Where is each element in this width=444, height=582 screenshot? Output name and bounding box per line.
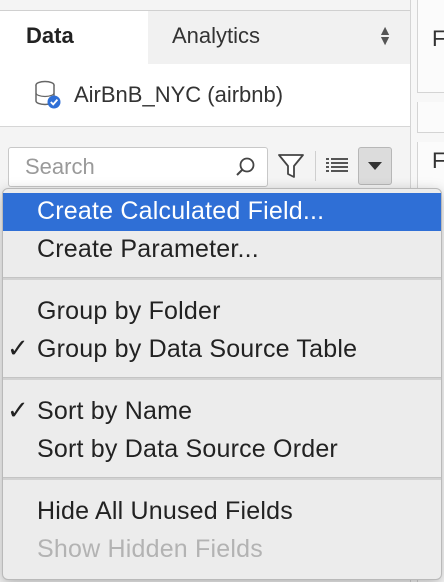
menu-item-create-calculated-field[interactable]: Create Calculated Field... — [3, 193, 441, 231]
menu-item-create-parameter[interactable]: Create Parameter... — [3, 231, 441, 269]
menu-item-label: Create Parameter... — [37, 235, 259, 263]
menu-item-label: Group by Data Source Table — [37, 335, 358, 363]
tab-data[interactable]: Data — [0, 10, 149, 65]
tab-data-label: Data — [26, 23, 74, 48]
menu-separator — [3, 377, 441, 380]
menu-item-label: Sort by Data Source Order — [37, 435, 338, 463]
context-menu: Create Calculated Field... Create Parame… — [2, 188, 442, 580]
menu-item-show-hidden-fields: Show Hidden Fields — [3, 531, 441, 569]
right-card-3-label: F — [432, 148, 444, 173]
more-options-dropdown-button[interactable] — [358, 147, 392, 185]
toolbar-divider — [315, 151, 316, 181]
right-card-1-label: F — [432, 26, 444, 51]
tab-analytics-label: Analytics — [172, 23, 261, 48]
search-input[interactable] — [23, 152, 227, 182]
datasource-name: AirBnB_NYC (airbnb) — [74, 82, 284, 107]
menu-separator — [3, 277, 441, 280]
filter-icon[interactable] — [274, 149, 308, 183]
search-icon — [236, 157, 255, 176]
menu-item-label: Sort by Name — [37, 397, 193, 425]
menu-item-hide-all-unused-fields[interactable]: Hide All Unused Fields — [3, 493, 441, 531]
dropdown-arrow-icon — [368, 162, 382, 170]
menu-item-sort-by-data-source-order[interactable]: Sort by Data Source Order — [3, 431, 441, 469]
updown-arrows-icon: ▲ ▼ — [378, 22, 392, 48]
tab-analytics[interactable]: Analytics ▲ ▼ — [148, 10, 410, 66]
menu-item-group-by-folder[interactable]: Group by Folder — [3, 293, 441, 331]
checkmark-icon: ✓ — [7, 333, 29, 363]
menu-item-label: Hide All Unused Fields — [37, 497, 293, 525]
search-field[interactable] — [8, 147, 268, 187]
database-icon — [35, 80, 61, 109]
menu-item-label: Show Hidden Fields — [37, 535, 263, 563]
menu-item-label: Create Calculated Field... — [37, 197, 325, 225]
menu-separator — [3, 477, 441, 480]
menu-item-label: Group by Folder — [37, 297, 221, 325]
menu-item-sort-by-name[interactable]: ✓ Sort by Name — [3, 393, 441, 431]
list-view-icon[interactable] — [322, 151, 352, 181]
datasource-item[interactable]: AirBnB_NYC (airbnb) — [0, 64, 410, 127]
right-card-2 — [417, 102, 444, 133]
right-card-1: F — [417, 0, 444, 93]
search-toolbar — [0, 127, 410, 187]
menu-item-group-by-data-source-table[interactable]: ✓ Group by Data Source Table — [3, 331, 441, 369]
checkmark-icon: ✓ — [7, 395, 29, 425]
